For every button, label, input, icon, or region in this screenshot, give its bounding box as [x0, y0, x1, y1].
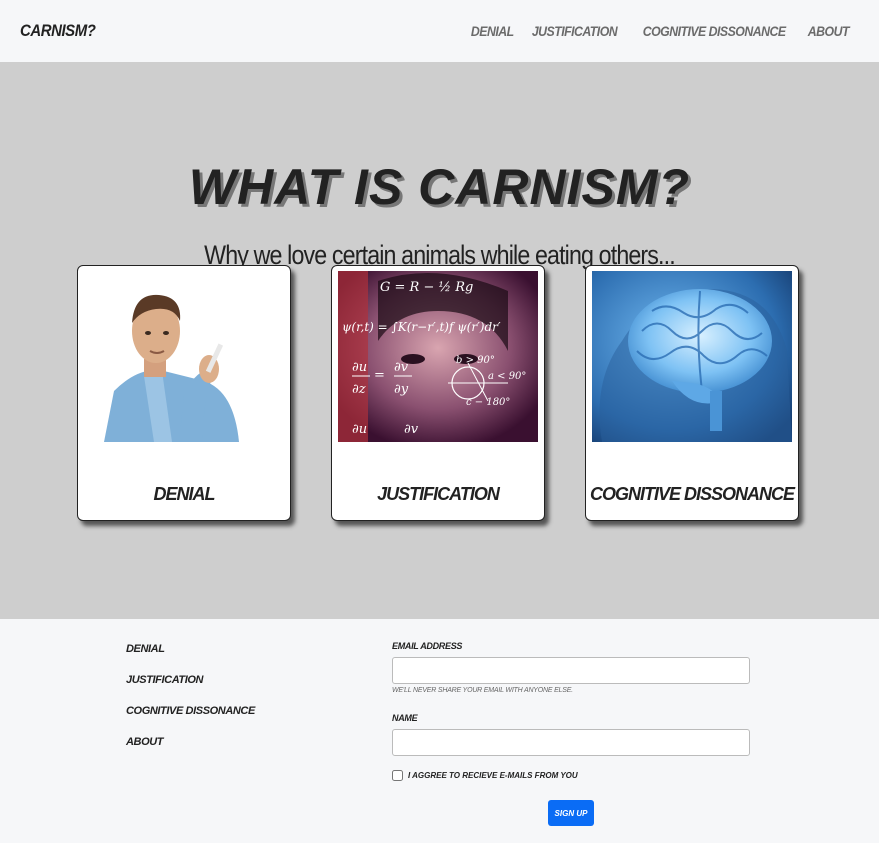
- svg-text:∂z: ∂z: [352, 382, 366, 397]
- svg-text:=: =: [374, 368, 385, 383]
- footer-link-justification[interactable]: Justification: [126, 674, 255, 688]
- brand-logo[interactable]: Carnism?: [20, 21, 96, 41]
- card-cognitive-dissonance[interactable]: Cognitive Dissonance: [585, 265, 799, 521]
- email-help-text: We'll never share your email with anyone…: [392, 687, 573, 694]
- svg-text:G = R − ½ Rg: G = R − ½ Rg: [380, 280, 473, 295]
- sign-up-button[interactable]: Sign up: [548, 800, 594, 826]
- footer-links: Denial Justification Cognitive Dissonanc…: [126, 643, 255, 767]
- agree-checkbox-row[interactable]: I aggree to recieve e-mails from you: [392, 770, 752, 781]
- svg-text:∂v: ∂v: [394, 360, 409, 375]
- hero-section: What is Carnism? Why we love certain ani…: [0, 62, 879, 619]
- name-label: Name: [392, 713, 418, 723]
- svg-text:∂u: ∂u: [352, 422, 367, 437]
- agree-checkbox-label: I aggree to recieve e-mails from you: [408, 771, 578, 780]
- footer-link-about[interactable]: About: [126, 736, 255, 750]
- nav-link-denial[interactable]: Denial: [470, 23, 513, 39]
- svg-text:∂u: ∂u: [352, 360, 367, 375]
- card-denial[interactable]: Denial: [77, 265, 291, 521]
- email-input[interactable]: [392, 657, 750, 684]
- card-image-cognitive-dissonance: [592, 271, 792, 442]
- hero-title: What is Carnism?: [188, 159, 691, 215]
- svg-text:ψ(r,t) = ∫K(r−r′,t)f ψ(r′)dr′: ψ(r,t) = ∫K(r−r′,t)f ψ(r′)dr′: [342, 320, 501, 334]
- email-label: Email address: [392, 641, 463, 651]
- nav-links: Denial Justification Cognitive Dissonanc…: [468, 23, 853, 39]
- signup-form: Email address We'll never share your ema…: [392, 641, 752, 826]
- navbar: Carnism? Denial Justification Cognitive …: [0, 0, 879, 62]
- nav-link-about[interactable]: About: [808, 23, 850, 39]
- card-label-cognitive-dissonance: Cognitive Dissonance: [589, 484, 795, 504]
- card-label-justification: Justification: [377, 484, 500, 504]
- svg-text:∂y: ∂y: [394, 382, 409, 397]
- svg-text:a < 90°: a < 90°: [488, 371, 526, 382]
- card-image-denial: [84, 271, 284, 442]
- nav-link-justification[interactable]: Justification: [532, 23, 618, 39]
- card-justification[interactable]: G = R − ½ Rg ψ(r,t) = ∫K(r−r′,t)f ψ(r′)d…: [331, 265, 545, 521]
- svg-text:∂v: ∂v: [404, 422, 419, 437]
- name-input[interactable]: [392, 729, 750, 756]
- nav-link-cognitive-dissonance[interactable]: Cognitive Dissonance: [643, 23, 786, 39]
- footer: Denial Justification Cognitive Dissonanc…: [0, 619, 879, 843]
- card-label-denial: Denial: [153, 484, 216, 504]
- agree-checkbox[interactable]: [392, 770, 403, 781]
- svg-text:b > 90°: b > 90°: [456, 355, 495, 366]
- card-image-justification: G = R − ½ Rg ψ(r,t) = ∫K(r−r′,t)f ψ(r′)d…: [338, 271, 538, 442]
- footer-link-cognitive-dissonance[interactable]: Cognitive Dissonance: [126, 705, 255, 719]
- footer-link-denial[interactable]: Denial: [126, 643, 255, 657]
